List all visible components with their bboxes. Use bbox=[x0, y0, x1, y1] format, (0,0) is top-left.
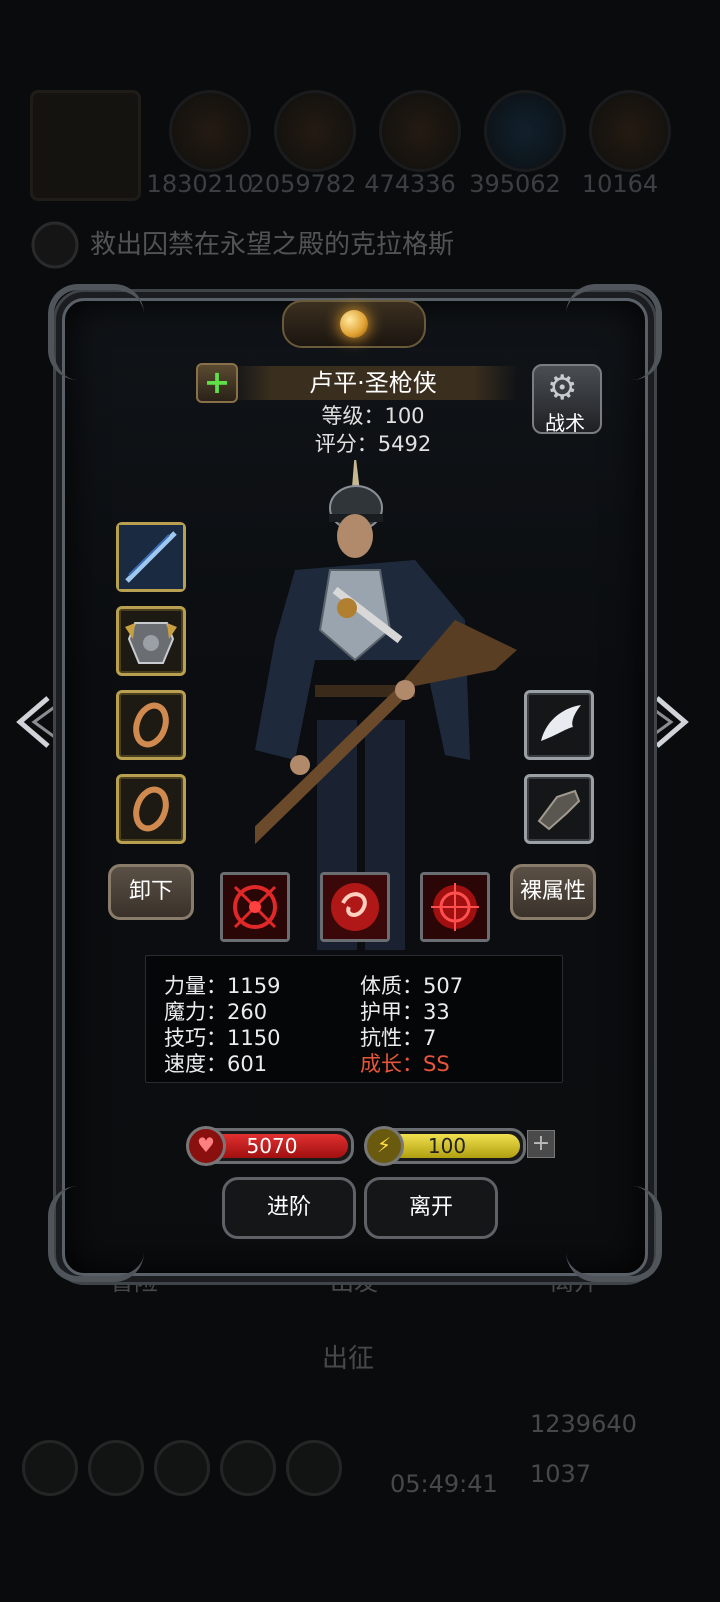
equip-slot-gloves[interactable] bbox=[524, 774, 594, 844]
weapon-resource-slot bbox=[30, 90, 141, 201]
frame-ornament bbox=[566, 1186, 662, 1282]
menu-icon bbox=[220, 1440, 276, 1496]
resource-value: 10164 bbox=[581, 170, 659, 198]
menu-icon bbox=[286, 1440, 342, 1496]
skill-slot-3[interactable] bbox=[420, 872, 490, 942]
skill-slot-1[interactable] bbox=[220, 872, 290, 942]
add-energy-button[interactable]: + bbox=[527, 1130, 555, 1158]
resource-value: 474336 bbox=[364, 170, 456, 198]
gold-amount: 1239640 bbox=[530, 1410, 637, 1438]
skill-slot-2[interactable] bbox=[320, 872, 390, 942]
vortex-skill-icon bbox=[323, 875, 387, 939]
equip-slot-ring-1[interactable] bbox=[116, 690, 186, 760]
frame-ornament bbox=[48, 1186, 144, 1282]
countdown-timer: 05:49:41 bbox=[390, 1470, 498, 1498]
lightning-icon: ⚡ bbox=[364, 1126, 404, 1166]
stat-growth: 成长：SS bbox=[360, 1052, 450, 1076]
next-hero-arrow[interactable] bbox=[645, 690, 695, 750]
stat-speed: 速度：601 bbox=[164, 1052, 268, 1076]
moon-emblem-icon bbox=[340, 310, 368, 338]
wing-icon bbox=[541, 705, 581, 741]
crosshair-skill-icon bbox=[423, 875, 487, 939]
quest-icon bbox=[30, 220, 90, 270]
hero-score: 评分：5492 bbox=[314, 432, 432, 456]
base-attributes-button[interactable]: 裸属性 bbox=[510, 864, 596, 920]
armor-icon bbox=[125, 622, 177, 664]
ring-icon bbox=[133, 702, 169, 748]
menu-icon bbox=[22, 1440, 78, 1496]
tactics-label: 战术 bbox=[545, 411, 585, 435]
spear-icon bbox=[119, 525, 183, 589]
previous-hero-arrow[interactable] bbox=[10, 690, 60, 750]
gear-icon: ⚙ bbox=[547, 368, 578, 408]
leave-button[interactable]: 离开 bbox=[364, 1177, 498, 1239]
hero-level: 等级：100 bbox=[321, 404, 425, 428]
ring-icon bbox=[133, 786, 169, 832]
gauntlet-icon bbox=[537, 789, 581, 831]
plus-icon[interactable]: + bbox=[196, 363, 238, 403]
unequip-button[interactable]: 卸下 bbox=[108, 864, 194, 920]
equip-slot-accessory[interactable] bbox=[524, 690, 594, 760]
equip-slot-weapon[interactable] bbox=[116, 522, 186, 592]
target-skill-icon bbox=[223, 875, 287, 939]
equip-slot-ring-2[interactable] bbox=[116, 774, 186, 844]
chevron-left-icon bbox=[16, 696, 57, 748]
frame-ornament bbox=[48, 284, 144, 380]
expedition-label: 出征 bbox=[322, 1344, 375, 1374]
equip-slot-armor[interactable] bbox=[116, 606, 186, 676]
quest-text: 救出囚禁在永望之殿的克拉格斯 bbox=[90, 230, 455, 260]
resource-value: 1830210 bbox=[146, 170, 254, 198]
resource-value: 395062 bbox=[469, 170, 561, 198]
advance-button[interactable]: 进阶 bbox=[222, 1177, 356, 1239]
hero-name: 卢平·圣枪侠 bbox=[309, 369, 437, 397]
menu-icon bbox=[88, 1440, 144, 1496]
resource-value: 2059782 bbox=[249, 170, 357, 198]
menu-icon bbox=[154, 1440, 210, 1496]
gem-amount: 1037 bbox=[530, 1460, 592, 1488]
chevron-right-icon bbox=[648, 696, 689, 748]
heart-icon: ♥ bbox=[186, 1126, 226, 1166]
